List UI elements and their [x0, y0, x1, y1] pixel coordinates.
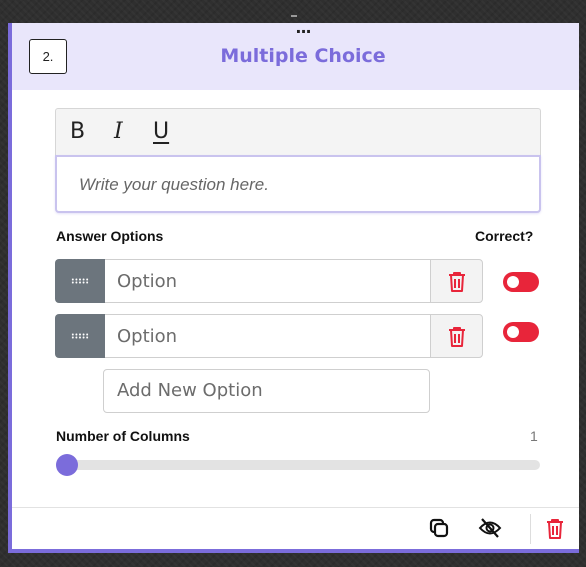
correct-label: Correct?: [475, 228, 534, 244]
drag-indicator: [291, 15, 297, 17]
option-input[interactable]: Option: [105, 314, 431, 358]
correct-toggle[interactable]: [503, 322, 539, 342]
slider-thumb[interactable]: [56, 454, 78, 476]
question-footer: [12, 507, 579, 549]
footer-divider: [530, 514, 531, 544]
columns-value: 1: [530, 428, 538, 444]
answer-options-label: Answer Options: [56, 228, 164, 244]
question-card: ... 2. Multiple Choice B I U Write your …: [8, 20, 579, 553]
more-options-icon[interactable]: ...: [288, 20, 318, 37]
bold-button[interactable]: B: [70, 119, 85, 144]
underline-button[interactable]: U: [153, 119, 169, 144]
trash-icon: [449, 327, 465, 347]
question-text-input[interactable]: Write your question here.: [55, 155, 541, 213]
answer-option-row: Option: [55, 314, 483, 358]
drag-handle-icon[interactable]: [55, 259, 105, 303]
duplicate-icon[interactable]: [429, 518, 449, 538]
eye-slash-icon[interactable]: [478, 518, 502, 538]
format-toolbar: B I U: [55, 108, 541, 155]
delete-option-button[interactable]: [430, 259, 483, 303]
question-header: ... 2. Multiple Choice: [12, 20, 579, 90]
drag-handle-icon[interactable]: [55, 314, 105, 358]
question-type-title: Multiple Choice: [220, 45, 386, 67]
trash-icon: [449, 272, 465, 292]
option-input[interactable]: Option: [105, 259, 431, 303]
add-new-option-input[interactable]: Add New Option: [103, 369, 430, 413]
italic-button[interactable]: I: [114, 119, 123, 144]
columns-slider[interactable]: [56, 454, 540, 476]
number-of-columns-label: Number of Columns: [56, 428, 190, 444]
question-editor: B I U Write your question here.: [55, 108, 541, 213]
question-number: 2.: [29, 39, 67, 74]
answer-option-row: Option: [55, 259, 483, 303]
delete-option-button[interactable]: [430, 314, 483, 358]
correct-toggle[interactable]: [503, 272, 539, 292]
delete-question-icon[interactable]: [545, 518, 565, 540]
